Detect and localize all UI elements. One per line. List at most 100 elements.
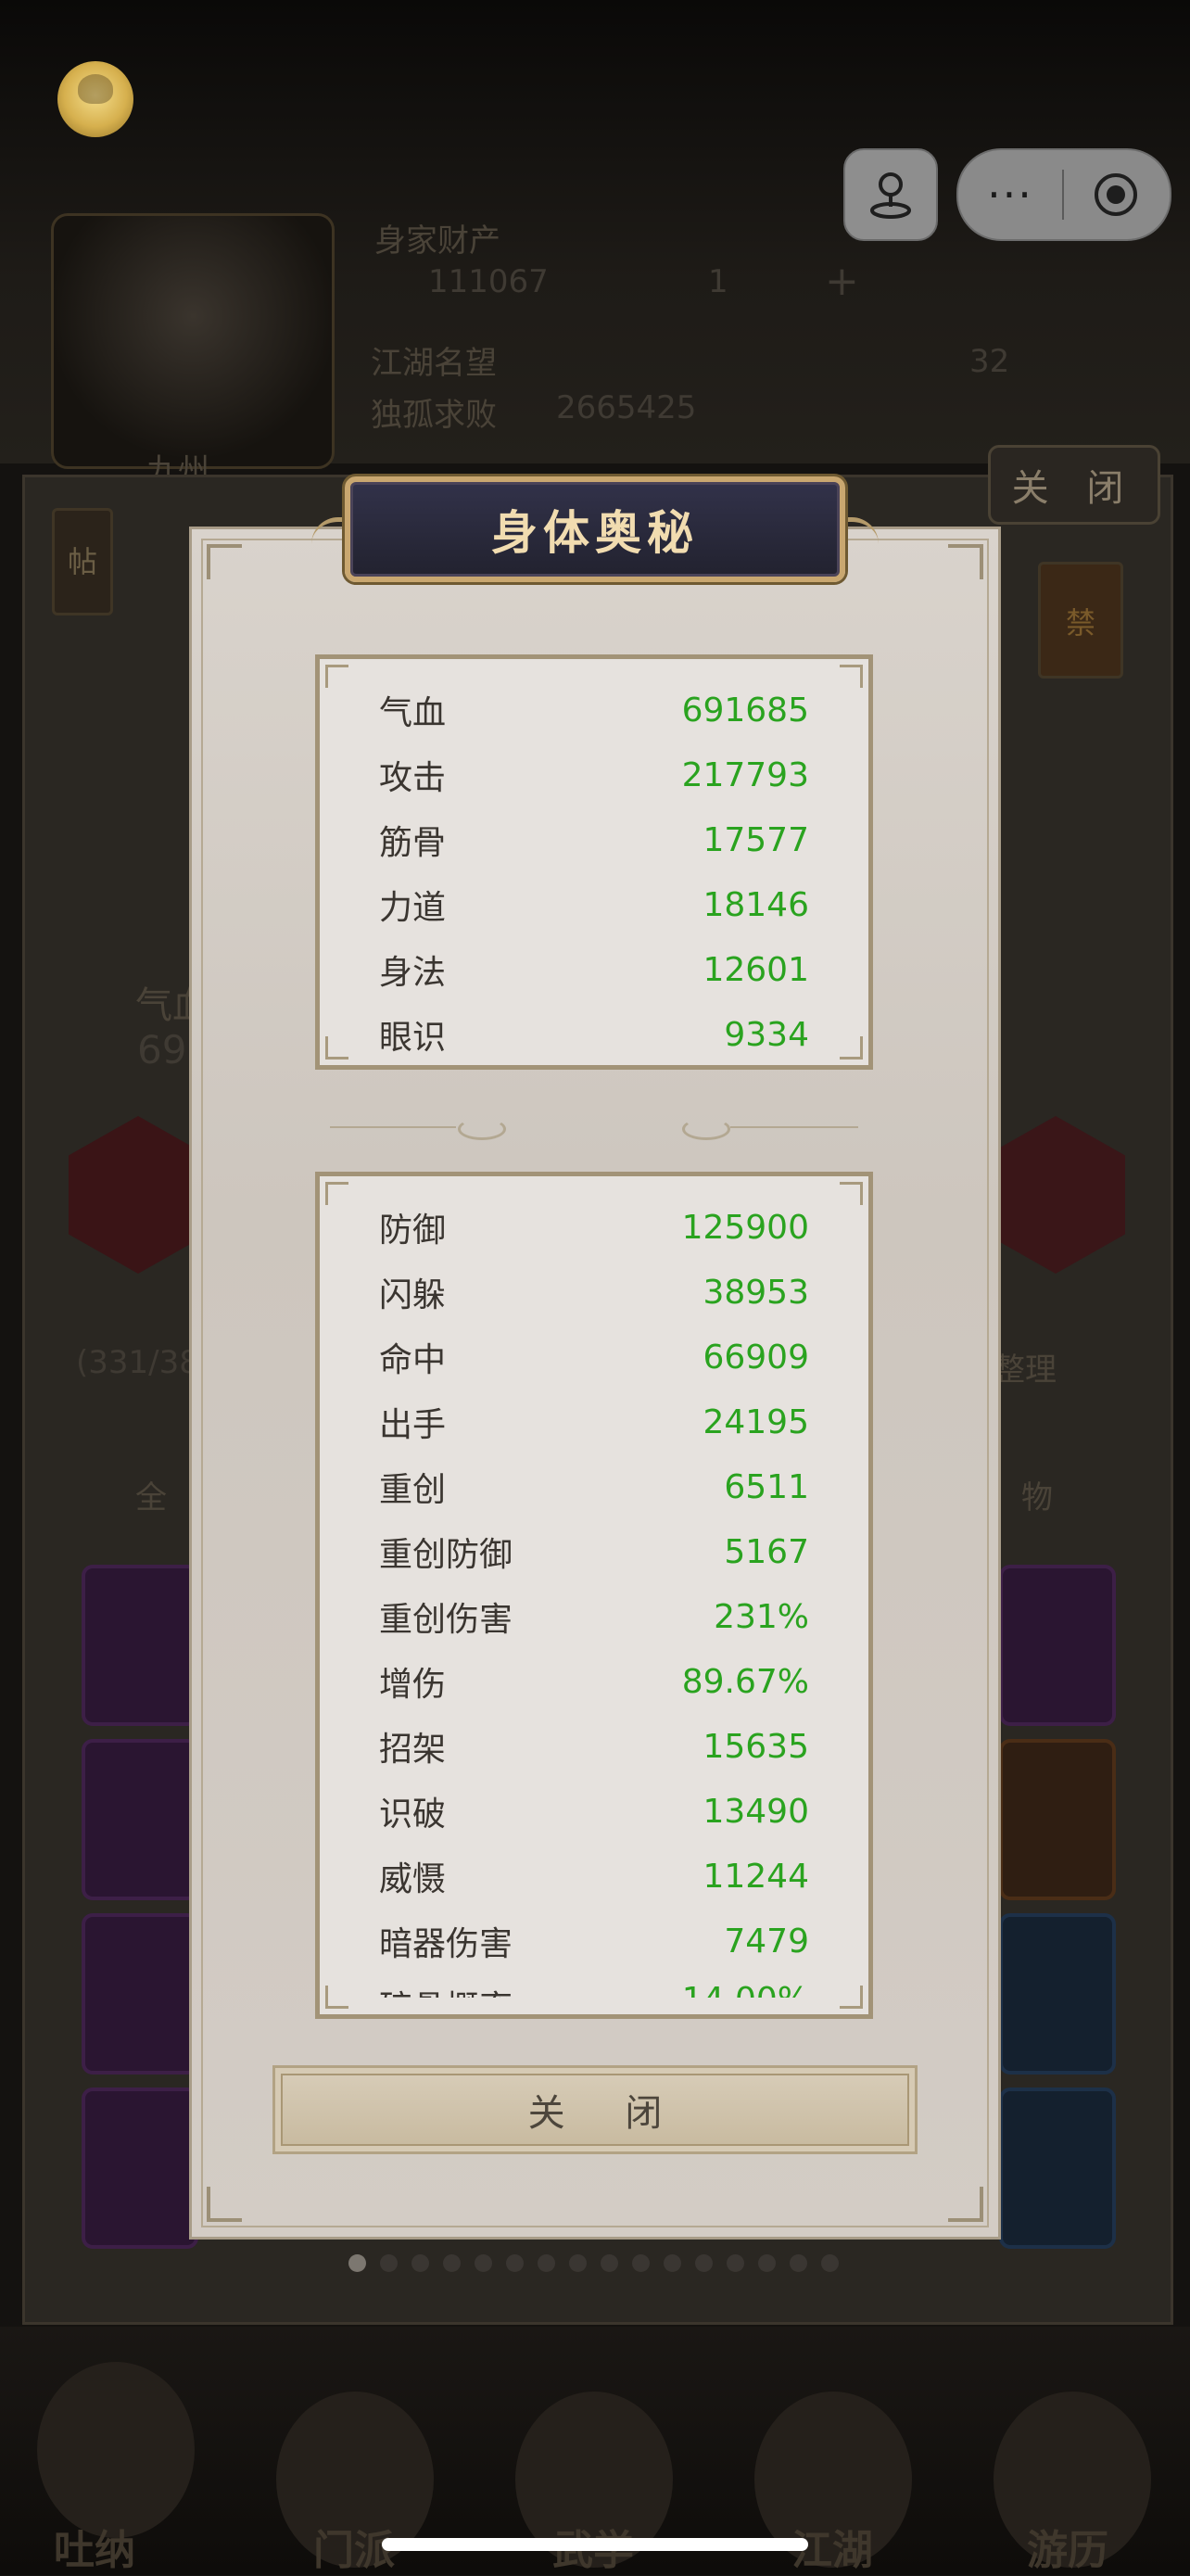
- page-dot[interactable]: [758, 2254, 776, 2272]
- stat-name: 筋骨: [379, 824, 447, 862]
- stat-row: 增伤 89.67%: [379, 1649, 809, 1714]
- hero-portrait[interactable]: [51, 213, 335, 469]
- page-dot[interactable]: [506, 2254, 524, 2272]
- stat-name: 重创伤害: [379, 1601, 513, 1639]
- page-dot[interactable]: [475, 2254, 492, 2272]
- nav-breath-icon[interactable]: [37, 2362, 195, 2538]
- inventory-cell[interactable]: [999, 1739, 1116, 1900]
- stat-name: 增伤: [379, 1666, 447, 1704]
- forbidden-charm-item[interactable]: 禁: [1038, 562, 1123, 679]
- divider-swirl: [458, 1118, 506, 1140]
- title-name: 独孤求败: [371, 397, 497, 434]
- stat-name: 暗器伤害: [379, 1925, 513, 1963]
- ornament-divider-right: [682, 1118, 858, 1140]
- page-dot[interactable]: [443, 2254, 461, 2272]
- stat-value: 14.00%: [682, 1981, 809, 1998]
- corner-ornament: [840, 1182, 863, 1205]
- inventory-cell[interactable]: [999, 2087, 1116, 2249]
- nav-label-travel[interactable]: 游历: [1027, 2517, 1108, 2576]
- stat-row: 力道 18146: [379, 872, 809, 937]
- more-options-button[interactable]: ···: [958, 158, 1062, 232]
- fame-label: 江湖名望: [371, 345, 497, 382]
- user-avatar-icon[interactable]: [57, 61, 133, 137]
- stat-row: 命中 66909: [379, 1325, 809, 1390]
- joystick-button[interactable]: [843, 148, 938, 241]
- page-dot[interactable]: [695, 2254, 713, 2272]
- divider-swirl: [682, 1118, 730, 1140]
- stat-row: 攻击 217793: [379, 742, 809, 807]
- page-dot[interactable]: [569, 2254, 587, 2272]
- coin-count: 111067: [428, 263, 549, 300]
- stat-row: 重创伤害 231%: [379, 1584, 809, 1649]
- page-dot[interactable]: [601, 2254, 618, 2272]
- stat-value: 13490: [703, 1792, 809, 1831]
- corner-ornament: [325, 1986, 348, 2009]
- corner-ornament: [325, 1182, 348, 1205]
- stat-name: 闪躲: [379, 1276, 447, 1314]
- divider-line: [330, 1126, 456, 1128]
- page-dot[interactable]: [348, 2254, 366, 2272]
- stat-row: 重创防御 5167: [379, 1519, 809, 1584]
- home-indicator[interactable]: [382, 2538, 808, 2551]
- page-dot[interactable]: [727, 2254, 744, 2272]
- inventory-cell[interactable]: [82, 1739, 198, 1900]
- base-stats-panel: 气血 691685 攻击 217793 筋骨 17577 力道 18146 身法 1260…: [315, 654, 873, 1070]
- stat-row: 筋骨 17577: [379, 807, 809, 872]
- stat-value: 11244: [703, 1857, 809, 1896]
- inventory-cell[interactable]: [999, 1913, 1116, 2075]
- stat-name: 命中: [379, 1341, 447, 1379]
- mini-program-capsule: ···: [956, 148, 1171, 241]
- page-dot[interactable]: [790, 2254, 807, 2272]
- page-dot[interactable]: [632, 2254, 650, 2272]
- stat-row: 重创 6511: [379, 1454, 809, 1519]
- hp-value-partial: 69: [137, 1027, 187, 1072]
- combat-stats-list[interactable]: 防御 125900 闪躲 38953 命中 66909 出手 24195 重创 6511 …: [379, 1195, 809, 1999]
- inventory-cell[interactable]: [82, 1913, 198, 2075]
- exit-button[interactable]: [1064, 171, 1168, 219]
- nav-label-breath[interactable]: 吐纳: [54, 2517, 135, 2576]
- stat-row: 出手 24195: [379, 1390, 809, 1454]
- inventory-count: (331/38: [76, 1344, 199, 1381]
- filter-item-tab[interactable]: 物: [1021, 1472, 1053, 1517]
- stat-value: 12601: [703, 950, 809, 989]
- stat-value: 7479: [724, 1922, 809, 1961]
- gem-count: 1: [708, 263, 728, 300]
- filter-all-tab[interactable]: 全: [135, 1472, 167, 1517]
- stat-name: 识破: [379, 1796, 447, 1834]
- page-dot[interactable]: [664, 2254, 681, 2272]
- stat-name: 气血: [379, 694, 447, 732]
- stat-row: 身法 12601: [379, 937, 809, 1002]
- page-dot[interactable]: [538, 2254, 555, 2272]
- ornament-divider-left: [330, 1118, 506, 1140]
- stat-name: 力道: [379, 889, 447, 927]
- inventory-cell[interactable]: [999, 1565, 1116, 1726]
- background-close-button[interactable]: 关 闭: [988, 445, 1160, 525]
- close-button[interactable]: 关 闭: [272, 2065, 918, 2154]
- stat-value: 24195: [703, 1402, 809, 1441]
- page-dot[interactable]: [380, 2254, 398, 2272]
- page-dot[interactable]: [821, 2254, 839, 2272]
- stat-name: 眼识: [379, 1019, 447, 1057]
- inventory-cell[interactable]: [82, 1565, 198, 1726]
- sort-button[interactable]: 整理: [994, 1344, 1057, 1390]
- invitation-item[interactable]: 帖: [52, 508, 113, 615]
- corner-ornament: [207, 544, 242, 579]
- combat-stats-panel[interactable]: 防御 125900 闪躲 38953 命中 66909 出手 24195 重创 6511 …: [315, 1172, 873, 2019]
- corner-ornament: [840, 1036, 863, 1060]
- stat-row: 招架 15635: [379, 1714, 809, 1779]
- page-dot[interactable]: [411, 2254, 429, 2272]
- stat-name: 防御: [379, 1212, 447, 1250]
- stat-value: 15635: [703, 1727, 809, 1766]
- add-gem-button[interactable]: +: [825, 258, 859, 305]
- corner-ornament: [325, 665, 348, 688]
- stat-row: 眼识 9334: [379, 1002, 809, 1065]
- stat-name: 重创: [379, 1471, 447, 1509]
- forbidden-label: 禁: [1065, 605, 1095, 641]
- base-stats-list: 气血 691685 攻击 217793 筋骨 17577 力道 18146 身法 1260…: [379, 678, 809, 1065]
- stat-name: 身法: [379, 954, 447, 992]
- stat-name: 招架: [379, 1731, 447, 1769]
- inventory-cell[interactable]: [82, 2087, 198, 2249]
- stat-value: 18146: [703, 885, 809, 924]
- dialog-title-plate: 身体奥秘: [345, 476, 845, 582]
- stat-value: 9334: [724, 1015, 809, 1054]
